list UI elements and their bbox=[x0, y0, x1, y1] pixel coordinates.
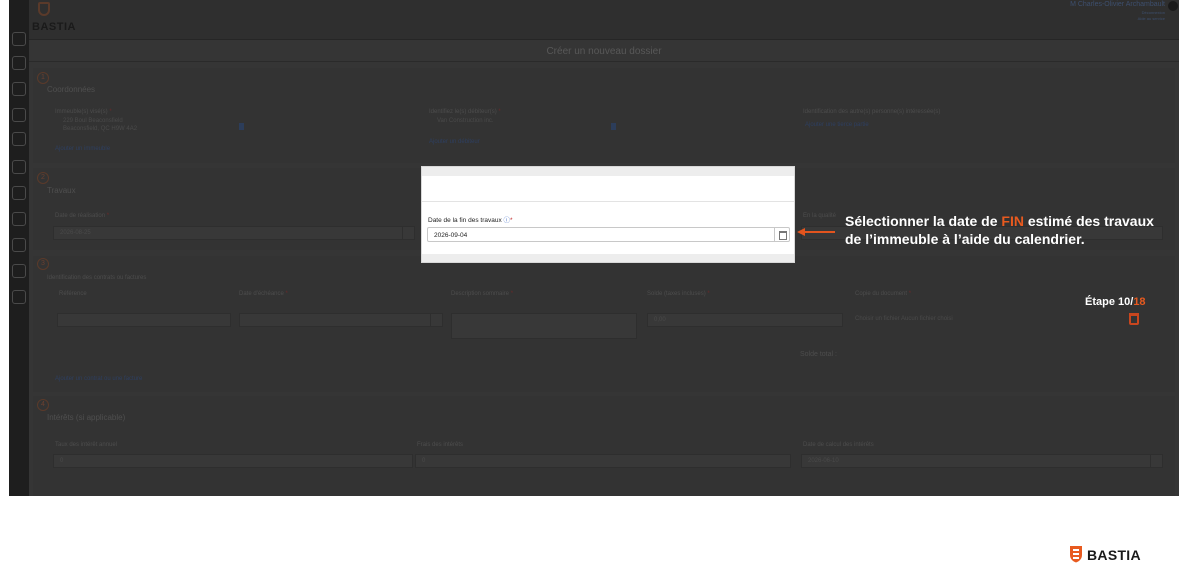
home-icon[interactable] bbox=[12, 32, 26, 46]
delete-immeuble-icon[interactable] bbox=[239, 123, 244, 130]
section-number: 4 bbox=[37, 399, 49, 411]
tutorial-callout: Sélectionner la date de FIN estimé des t… bbox=[845, 213, 1154, 247]
callout-highlight: FIN bbox=[1001, 213, 1024, 229]
frais-label: Frais des intérêts bbox=[417, 442, 464, 448]
bastia-shield-icon bbox=[1070, 546, 1082, 563]
col-solde: Solde (taxes incluses) * bbox=[647, 291, 710, 297]
calculator-icon[interactable] bbox=[12, 212, 26, 226]
date-calcul-label: Date de calcul des intérêts bbox=[803, 442, 874, 448]
col-description: Description sommaire * bbox=[451, 291, 514, 297]
no-file-text: Aucun fichier choisi bbox=[901, 316, 953, 322]
add-contrat-link[interactable]: Ajouter un contrat ou une facture bbox=[55, 376, 142, 382]
briefcase-icon[interactable] bbox=[12, 186, 26, 200]
settings-icon[interactable] bbox=[12, 238, 26, 252]
document-icon[interactable] bbox=[12, 108, 26, 122]
brand-logo-text: BASTIA bbox=[32, 21, 76, 33]
immeuble-address-line1: 229 Boul Beaconsfield bbox=[63, 118, 123, 124]
col-reference: Référence bbox=[59, 291, 87, 297]
step-counter: Étape 10/18 bbox=[1085, 296, 1146, 308]
choose-file-button[interactable]: Choisir un fichier bbox=[855, 316, 900, 322]
autres-personnes-label: Identification des autre(s) personne(s) … bbox=[803, 109, 941, 115]
date-realisation-input[interactable]: 2026-08-25 bbox=[53, 226, 415, 240]
building-icon[interactable] bbox=[12, 82, 26, 96]
section-interets: 4 Intérêts (si applicable) Taux des inté… bbox=[33, 396, 1175, 496]
debiteurs-label: Identifiez le(s) débiteur(s) * bbox=[429, 109, 501, 115]
logout-icon[interactable] bbox=[12, 290, 26, 304]
immeuble-address-line2: Beaconsfield, QC H9W 4A2 bbox=[63, 126, 138, 132]
user-icon[interactable] bbox=[12, 132, 26, 146]
solde-input[interactable]: 0,00 bbox=[647, 313, 843, 327]
calendar-icon[interactable] bbox=[430, 314, 442, 326]
echeance-input[interactable] bbox=[239, 313, 443, 327]
section-number: 2 bbox=[37, 172, 49, 184]
col-copie: Copie du document * bbox=[855, 291, 912, 297]
taux-label: Taux des intérêt annuel bbox=[55, 442, 118, 448]
add-debiteur-link[interactable]: Ajouter un débiteur bbox=[429, 139, 480, 145]
taux-input[interactable]: 0 bbox=[53, 454, 413, 468]
tutorial-stage: BASTIA M Charles-Olivier Archambault Déc… bbox=[0, 0, 1188, 576]
users-icon[interactable] bbox=[12, 160, 26, 174]
help-icon[interactable] bbox=[12, 264, 26, 278]
section-title: Identification des contrats ou factures bbox=[47, 275, 147, 281]
qualite-label: En la qualité bbox=[803, 213, 837, 219]
end-date-label: Date de la fin des travaux ⓘ* bbox=[428, 217, 513, 224]
taux-value: 0 bbox=[60, 458, 64, 464]
section-contrats: 3 Identification des contrats ou facture… bbox=[33, 256, 1175, 392]
bastia-shield-icon bbox=[38, 2, 50, 16]
description-textarea[interactable] bbox=[451, 313, 637, 339]
date-realisation-value: 2026-08-25 bbox=[60, 230, 91, 236]
section-coordonnees: 1 Coordonnées Immeuble(s) visé(s) * 229 … bbox=[33, 68, 1175, 163]
modal-header bbox=[422, 167, 794, 176]
date-calcul-value: 2026-06-10 bbox=[808, 458, 839, 464]
modal-footer bbox=[422, 254, 794, 262]
end-date-modal: Date de la fin des travaux ⓘ* 2026-09-04 bbox=[421, 166, 795, 263]
calendar-icon[interactable] bbox=[402, 227, 414, 239]
page-title: Créer un nouveau dossier bbox=[29, 42, 1179, 62]
section-title: Travaux bbox=[47, 186, 76, 195]
add-immeuble-link[interactable]: Ajouter un immeuble bbox=[55, 146, 110, 152]
help-link[interactable]: Aide au service bbox=[1138, 16, 1165, 21]
solde-value: 0,00 bbox=[654, 317, 666, 323]
required-mark: * bbox=[510, 217, 513, 224]
sidebar bbox=[9, 0, 29, 496]
logout-link[interactable]: Déconnexion bbox=[1142, 10, 1165, 15]
avatar[interactable] bbox=[1168, 1, 1178, 11]
calendar-icon[interactable] bbox=[1150, 455, 1162, 467]
frais-value: 0 bbox=[422, 458, 426, 464]
delete-row-icon[interactable] bbox=[1129, 313, 1139, 325]
col-echeance: Date d'échéance * bbox=[239, 291, 288, 297]
footer-brand-text: BASTIA bbox=[1087, 547, 1141, 563]
user-name[interactable]: M Charles-Olivier Archambault bbox=[1070, 1, 1165, 8]
solde-total-label: Solde total : bbox=[800, 351, 837, 358]
frais-input[interactable]: 0 bbox=[415, 454, 791, 468]
date-calcul-input[interactable]: 2026-06-10 bbox=[801, 454, 1163, 468]
file-picker[interactable]: Choisir un fichier Aucun fichier choisi bbox=[855, 316, 953, 322]
reference-input[interactable] bbox=[57, 313, 231, 327]
delete-debiteur-icon[interactable] bbox=[611, 123, 616, 130]
immeubles-label: Immeuble(s) visé(s) * bbox=[55, 109, 112, 115]
date-realisation-label: Date de réalisation * bbox=[55, 213, 110, 219]
end-date-input[interactable]: 2026-09-04 bbox=[427, 227, 790, 242]
callout-arrow-icon bbox=[797, 228, 805, 236]
modal-divider bbox=[422, 201, 794, 202]
folder-icon[interactable] bbox=[12, 56, 26, 70]
section-title: Coordonnées bbox=[47, 85, 96, 94]
section-number: 3 bbox=[37, 258, 49, 270]
end-date-value: 2026-09-04 bbox=[434, 231, 468, 239]
callout-arrow-line bbox=[803, 231, 835, 233]
top-bar: BASTIA M Charles-Olivier Archambault Déc… bbox=[29, 0, 1179, 40]
debiteur-value: Van Construction inc. bbox=[437, 118, 494, 124]
section-number: 1 bbox=[37, 72, 49, 84]
section-title: Intérêts (si applicable) bbox=[47, 413, 126, 422]
add-tierce-partie-link[interactable]: Ajouter une tierce partie bbox=[805, 122, 869, 128]
calendar-icon[interactable] bbox=[774, 228, 789, 241]
